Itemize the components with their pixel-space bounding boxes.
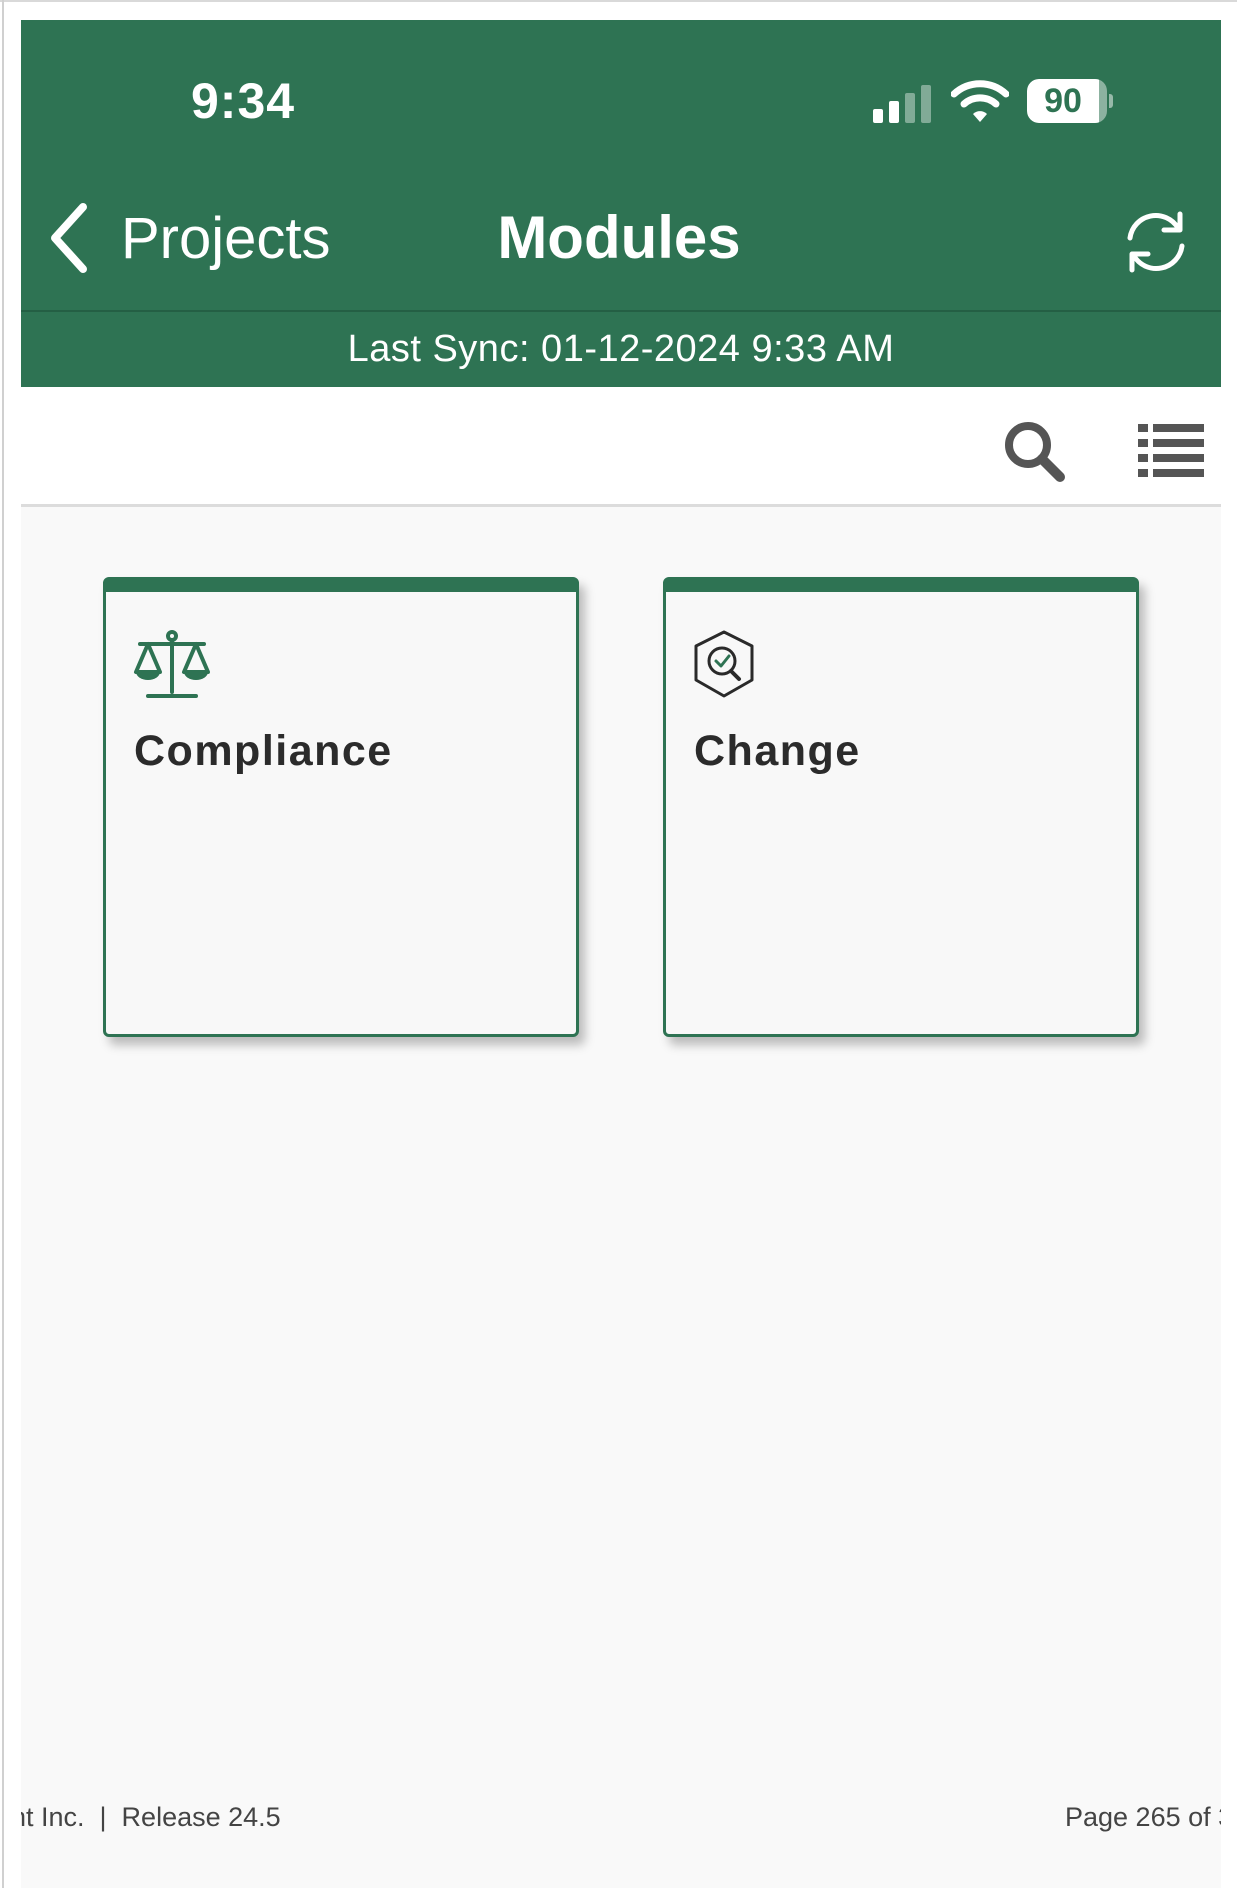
refresh-icon — [1127, 211, 1185, 273]
module-card-compliance[interactable]: Compliance — [103, 577, 579, 1037]
scales-icon — [134, 630, 210, 698]
footer-page-number: Page 265 of 31 — [1065, 1802, 1221, 1832]
phone-screen: 9:34 90 Projects Modules Last Sync: 01-1… — [21, 20, 1221, 1888]
list-view-icon — [1138, 424, 1204, 477]
wifi-icon — [951, 80, 1009, 122]
page-frame-top — [0, 0, 1237, 2]
status-time: 9:34 — [191, 73, 296, 129]
hexagon-search-check-icon — [694, 630, 754, 698]
last-sync-text: Last Sync: 01-12-2024 9:33 AM — [347, 328, 895, 370]
refresh-button[interactable] — [1120, 206, 1192, 278]
battery-icon: 90 — [1027, 79, 1113, 123]
battery-percent: 90 — [1044, 82, 1082, 120]
module-card-change[interactable]: Change — [663, 577, 1139, 1037]
module-card-label: Compliance — [134, 727, 393, 775]
page-frame-left — [2, 0, 4, 1888]
page-title-container: Modules — [21, 198, 1221, 278]
app-header: 9:34 90 Projects Modules Last Sync: 01-1… — [21, 20, 1221, 387]
cellular-signal-icon — [873, 83, 935, 123]
page-title: Modules — [497, 204, 741, 271]
module-card-label: Change — [694, 727, 861, 775]
list-view-button[interactable] — [1138, 424, 1204, 478]
search-icon — [1005, 422, 1065, 482]
footer-left-text: nt Inc. | Release 24.5 — [21, 1802, 281, 1832]
search-button[interactable] — [1002, 419, 1066, 483]
toolbar — [21, 387, 1221, 507]
